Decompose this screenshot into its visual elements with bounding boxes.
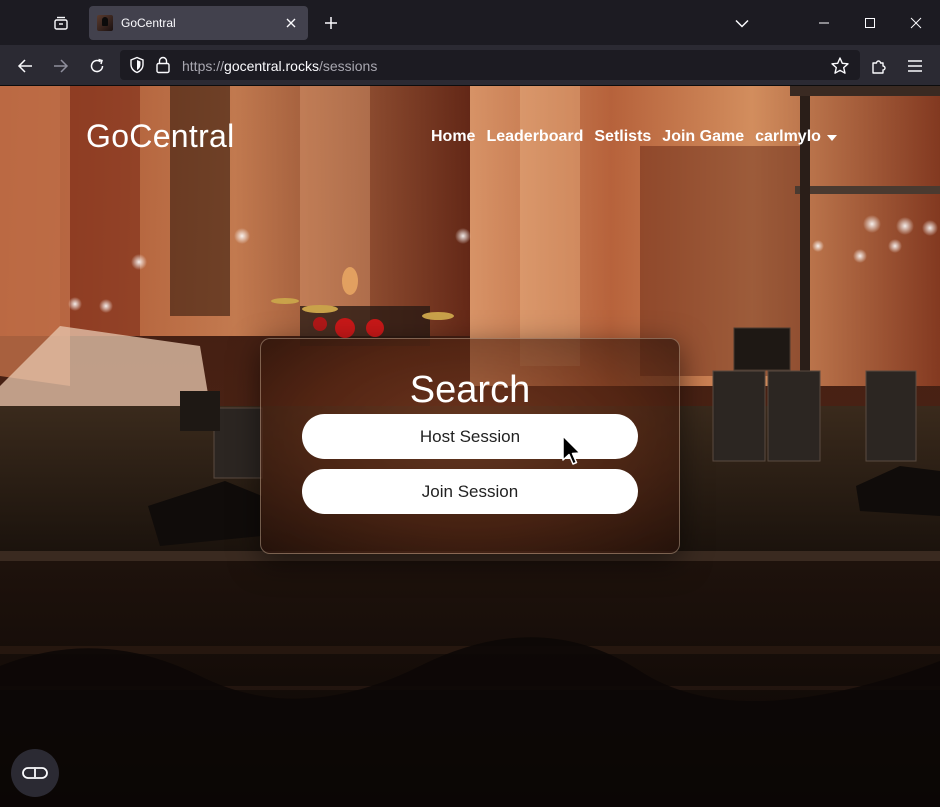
url-host: gocentral.rocks <box>224 58 319 74</box>
session-search-card: Search Host Session Join Session <box>260 338 680 554</box>
back-button[interactable] <box>12 53 38 79</box>
url-bar[interactable]: https://gocentral.rocks/sessions <box>120 50 860 80</box>
site-info-button[interactable] <box>154 55 172 75</box>
plus-icon <box>325 17 337 29</box>
user-menu-dropdown[interactable]: carlmylo <box>755 128 848 146</box>
minimize-icon <box>819 22 829 23</box>
lock-icon <box>156 56 170 74</box>
bookmark-button[interactable] <box>830 56 850 76</box>
hamburger-menu-icon <box>908 60 922 72</box>
site-brand-logo[interactable]: GoCentral <box>86 118 235 155</box>
url-path: /sessions <box>318 58 378 74</box>
forward-arrow-icon <box>54 59 69 73</box>
close-window-button[interactable] <box>893 0 939 45</box>
close-icon <box>286 18 296 28</box>
reload-button[interactable] <box>84 53 110 79</box>
back-arrow-icon <box>17 59 32 73</box>
forward-button[interactable] <box>48 53 74 79</box>
browser-tab-bar: GoCentral <box>0 0 940 45</box>
new-tab-button[interactable] <box>318 10 344 36</box>
page-viewport: GoCentral Home Leaderboard Setlists Join… <box>0 86 940 807</box>
minimize-button[interactable] <box>801 0 847 45</box>
mouse-pointer-icon <box>562 435 581 465</box>
star-icon <box>831 57 849 74</box>
site-nav: Home Leaderboard Setlists Join Game carl… <box>431 128 859 146</box>
tab-title: GoCentral <box>121 16 176 30</box>
card-title: Search <box>409 369 531 411</box>
app-menu-button[interactable] <box>902 53 928 79</box>
reader-view-button[interactable] <box>11 749 59 797</box>
list-all-tabs-button[interactable] <box>729 10 755 36</box>
tab-close-button[interactable] <box>282 14 300 32</box>
puzzle-icon <box>872 60 886 74</box>
browser-nav-bar: https://gocentral.rocks/sessions <box>0 45 940 86</box>
favicon <box>97 15 113 31</box>
nav-link-leaderboard[interactable]: Leaderboard <box>486 128 583 146</box>
tracking-protection-button[interactable] <box>128 56 146 74</box>
user-menu-label: carlmylo <box>755 128 821 145</box>
close-icon <box>910 17 922 28</box>
nav-link-setlists[interactable]: Setlists <box>594 128 651 146</box>
maximize-button[interactable] <box>847 0 893 45</box>
reload-icon <box>90 58 104 73</box>
reader-view-icon <box>22 767 48 779</box>
url-scheme: https:// <box>182 58 225 74</box>
caret-down-icon <box>826 134 837 141</box>
host-session-button[interactable]: Host Session <box>302 414 638 459</box>
url-text[interactable]: https://gocentral.rocks/sessions <box>182 58 377 74</box>
shield-icon <box>130 56 144 74</box>
tab-overview-button[interactable] <box>44 6 78 40</box>
chevron-down-icon <box>735 19 749 28</box>
extensions-button[interactable] <box>866 53 892 79</box>
maximize-icon <box>865 17 875 28</box>
browser-tab-active[interactable]: GoCentral <box>89 6 308 40</box>
join-session-button[interactable]: Join Session <box>302 469 638 514</box>
nav-link-join-game[interactable]: Join Game <box>662 128 744 146</box>
nav-link-home[interactable]: Home <box>431 128 475 146</box>
tab-overview-icon <box>54 16 68 30</box>
